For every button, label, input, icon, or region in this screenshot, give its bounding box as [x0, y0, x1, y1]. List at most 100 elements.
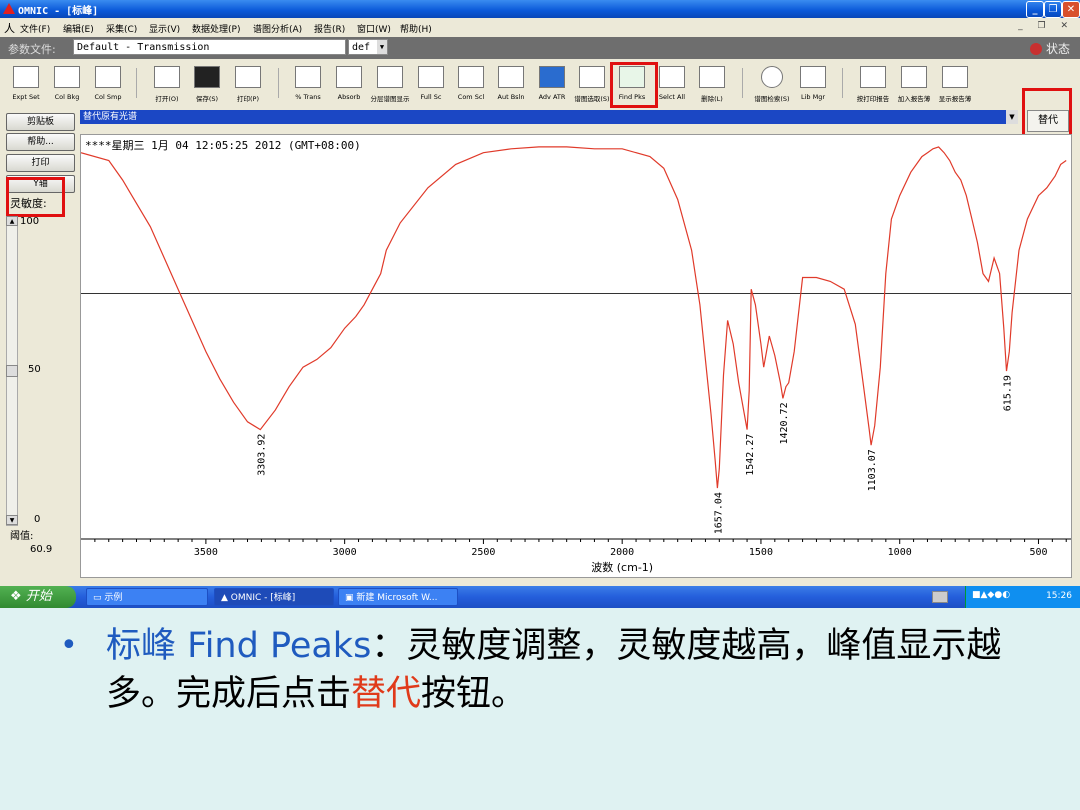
tool-col-smp[interactable]: Col Smp	[87, 64, 129, 106]
save-icon	[194, 66, 220, 88]
window-title: OMNIC - [标峰]	[18, 6, 99, 17]
sensitivity-label: 灵敏度:	[10, 197, 47, 210]
peak-label: 1103.07	[867, 449, 878, 491]
x-tick-label: 2500	[471, 547, 495, 558]
print-report-icon	[860, 66, 886, 88]
slider-up-arrow[interactable]: ▲	[6, 216, 18, 226]
menu-edit[interactable]: 编辑(E)	[63, 22, 94, 35]
help-button[interactable]: 帮助...	[6, 133, 75, 151]
tool-label: Aut Bsln	[497, 93, 525, 101]
slider-thumb[interactable]	[6, 364, 18, 377]
tool-auto-baseline[interactable]: Aut Bsln	[490, 64, 532, 106]
menu-bar: ⼈ 文件(F) 编辑(E) 采集(C) 显示(V) 数据处理(P) 谱图分析(A…	[0, 19, 1080, 36]
print-button[interactable]: 打印	[6, 154, 75, 172]
tool-label: Full Sc	[420, 93, 442, 101]
tool-search-spectra[interactable]: 谱图检索(S)	[751, 64, 793, 106]
tray-icons[interactable]: ■▲◆●◐	[972, 590, 1010, 600]
clipboard-button[interactable]: 剪贴板	[6, 113, 75, 131]
start-button[interactable]: ❖ 开始	[0, 586, 76, 608]
taskbar-item-label: OMNIC - [标峰]	[230, 593, 296, 603]
tool-view-notebook[interactable]: 显示报告薄	[934, 64, 976, 106]
caption-text: 标峰 Find Peaks：灵敏度调整，灵敏度越高，峰值显示越多。完成后点击替代…	[106, 622, 1036, 718]
menu-analyze[interactable]: 谱图分析(A)	[253, 22, 302, 35]
tool-absorb[interactable]: Absorb	[328, 64, 370, 106]
taskbar-item-omnic[interactable]: ▲ OMNIC - [标峰]	[214, 588, 334, 606]
y-axis-button[interactable]: Y轴	[6, 175, 75, 193]
tool-stack-spectra[interactable]: 分层谱图显示	[369, 64, 411, 106]
menu-view[interactable]: 显示(V)	[149, 22, 180, 35]
tool-select-all[interactable]: Selct All	[651, 64, 693, 106]
tool-lib-mgr[interactable]: Lib Mgr	[792, 64, 834, 106]
find-peaks-icon	[619, 66, 645, 88]
tool-open[interactable]: 打开(O)	[146, 64, 188, 106]
chevron-down-icon: ▼	[377, 40, 387, 54]
peak-label: 1420.72	[779, 402, 790, 444]
threshold-label: 阈值:	[10, 531, 34, 542]
tool-label: Expt Set	[12, 93, 40, 101]
menu-process[interactable]: 数据处理(P)	[192, 22, 240, 35]
keyboard-icon[interactable]	[932, 591, 948, 603]
taskbar-item-word[interactable]: ▣ 新建 Microsoft W...	[338, 588, 458, 606]
title-bar: OMNIC - [标峰] _ ❐ ✕	[0, 0, 1080, 18]
parameter-bar: 参数文件: Default - Transmission def ▼ 状态	[0, 37, 1080, 59]
tool-select-spectra[interactable]: 谱图选取(S)	[571, 64, 613, 106]
taskbar-item-folder[interactable]: ▭ 示例	[86, 588, 208, 606]
replace-button[interactable]: 替代	[1027, 110, 1069, 132]
x-tick-label: 3000	[333, 547, 357, 558]
param-dropdown-value: def	[352, 42, 371, 53]
tool-label: 显示报告薄	[938, 95, 972, 103]
x-tick-label: 1000	[888, 547, 912, 558]
tool-col-bkg[interactable]: Col Bkg	[46, 64, 88, 106]
close-button[interactable]: ✕	[1062, 1, 1080, 18]
tool-delete[interactable]: 删除(L)	[691, 64, 733, 106]
x-tick-label: 500	[1029, 547, 1047, 558]
mdi-controls[interactable]: _ ❐ ✕	[1018, 21, 1074, 31]
tool-percent-trans[interactable]: % Trans	[287, 64, 329, 106]
tool-print[interactable]: 打印(P)	[227, 64, 269, 106]
tool-expt-set[interactable]: Expt Set	[5, 64, 47, 106]
slider-down-arrow[interactable]: ▼	[6, 515, 18, 525]
tool-find-peaks[interactable]: Find Pks	[611, 64, 653, 106]
tool-label: Adv ATR	[538, 93, 566, 101]
collect-sample-icon	[95, 66, 121, 88]
status-button[interactable]: 状态	[1029, 40, 1070, 57]
tool-label: 分层谱图显示	[370, 95, 410, 103]
tool-label: 谱图检索(S)	[754, 95, 790, 103]
x-tick-label: 3500	[194, 547, 218, 558]
word-icon: ▣	[345, 593, 354, 603]
tool-label: Col Bkg	[54, 93, 80, 101]
menu-report[interactable]: 报告(R)	[314, 22, 345, 35]
omnic-icon: ▲	[221, 593, 228, 603]
omnic-logo-icon	[3, 3, 15, 14]
spectrum-plot[interactable]: ****星期三 1月 04 12:05:25 2012 (GMT+08:00) 3…	[80, 134, 1072, 578]
system-tray: ■▲◆●◐ 15:26	[965, 586, 1080, 608]
menu-file[interactable]: 文件(F)	[20, 22, 50, 35]
peak-label: 3303.92	[256, 434, 267, 476]
param-dropdown[interactable]: def ▼	[348, 39, 388, 55]
menu-collect[interactable]: 采集(C)	[106, 22, 137, 35]
param-file-field[interactable]: Default - Transmission	[73, 39, 346, 55]
tool-add-to-notebook[interactable]: 加入报告薄	[893, 64, 935, 106]
select-all-icon	[659, 66, 685, 88]
full-scale-icon	[418, 66, 444, 88]
delete-icon	[699, 66, 725, 88]
spectrum-select[interactable]: 替代原有光谱 ▼	[80, 110, 1018, 124]
tool-label: 谱图选取(S)	[574, 95, 610, 103]
tool-common-scale[interactable]: Com Scl	[450, 64, 492, 106]
tool-label: 加入报告薄	[897, 95, 931, 103]
maximize-button[interactable]: ❐	[1044, 1, 1062, 18]
minimize-button[interactable]: _	[1026, 1, 1044, 18]
toolbar-divider	[842, 68, 843, 98]
peak-label: 615.19	[1003, 375, 1014, 411]
add-to-notebook-icon	[901, 66, 927, 88]
bullet: •	[60, 628, 78, 663]
tool-save[interactable]: 保存(S)	[186, 64, 228, 106]
tool-label: 打开(O)	[155, 95, 179, 103]
menu-window[interactable]: 窗口(W)	[357, 22, 391, 35]
tool-print-report[interactable]: 按打印报告	[852, 64, 894, 106]
tool-full-scale[interactable]: Full Sc	[410, 64, 452, 106]
tool-label: % Trans	[295, 93, 321, 101]
caption-highlight: 替代	[351, 674, 422, 714]
menu-help[interactable]: 帮助(H)	[400, 22, 432, 35]
tool-adv-atr[interactable]: Adv ATR	[531, 64, 573, 106]
